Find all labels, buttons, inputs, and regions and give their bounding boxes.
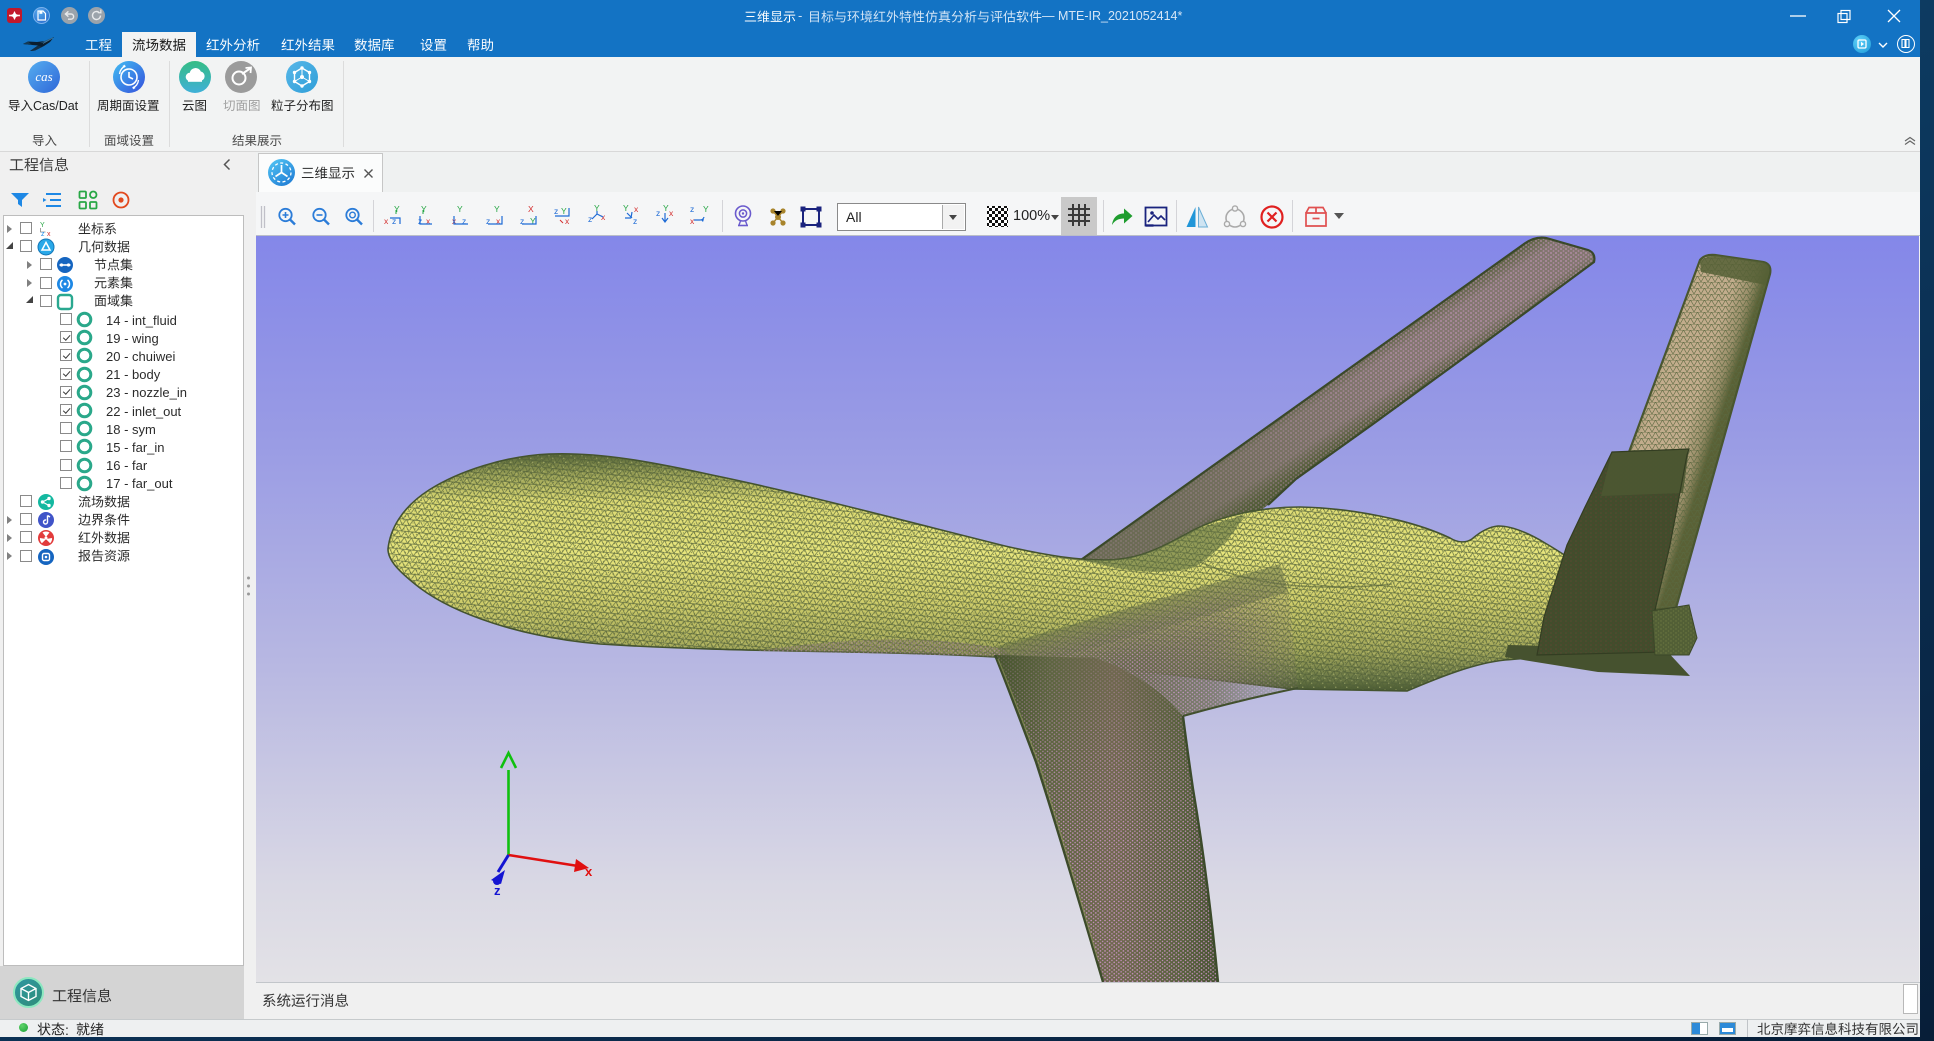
svg-text:z: z bbox=[41, 231, 45, 237]
svg-text:Y: Y bbox=[394, 204, 400, 214]
svg-text:z: z bbox=[633, 216, 637, 226]
svg-text:z: z bbox=[588, 214, 592, 224]
svg-text:z: z bbox=[554, 206, 558, 216]
svg-text:x: x bbox=[384, 216, 389, 226]
svg-text:Y: Y bbox=[457, 204, 463, 214]
svg-text:x: x bbox=[585, 864, 593, 879]
svg-text:x: x bbox=[634, 204, 639, 214]
svg-text:Y: Y bbox=[421, 204, 427, 214]
svg-text:x: x bbox=[47, 231, 51, 237]
svg-text:x: x bbox=[669, 208, 674, 218]
svg-text:X: X bbox=[528, 204, 534, 214]
svg-text:Y: Y bbox=[494, 204, 500, 214]
svg-text:z: z bbox=[690, 204, 694, 214]
svg-text:z: z bbox=[656, 208, 660, 218]
svg-text:Y: Y bbox=[561, 206, 567, 216]
svg-text:Y: Y bbox=[40, 222, 45, 229]
svg-text:x: x bbox=[565, 216, 570, 226]
svg-text:x: x bbox=[690, 216, 695, 226]
svg-text:Y: Y bbox=[623, 204, 629, 213]
svg-text:Y: Y bbox=[703, 204, 709, 214]
svg-text:z: z bbox=[494, 883, 501, 898]
